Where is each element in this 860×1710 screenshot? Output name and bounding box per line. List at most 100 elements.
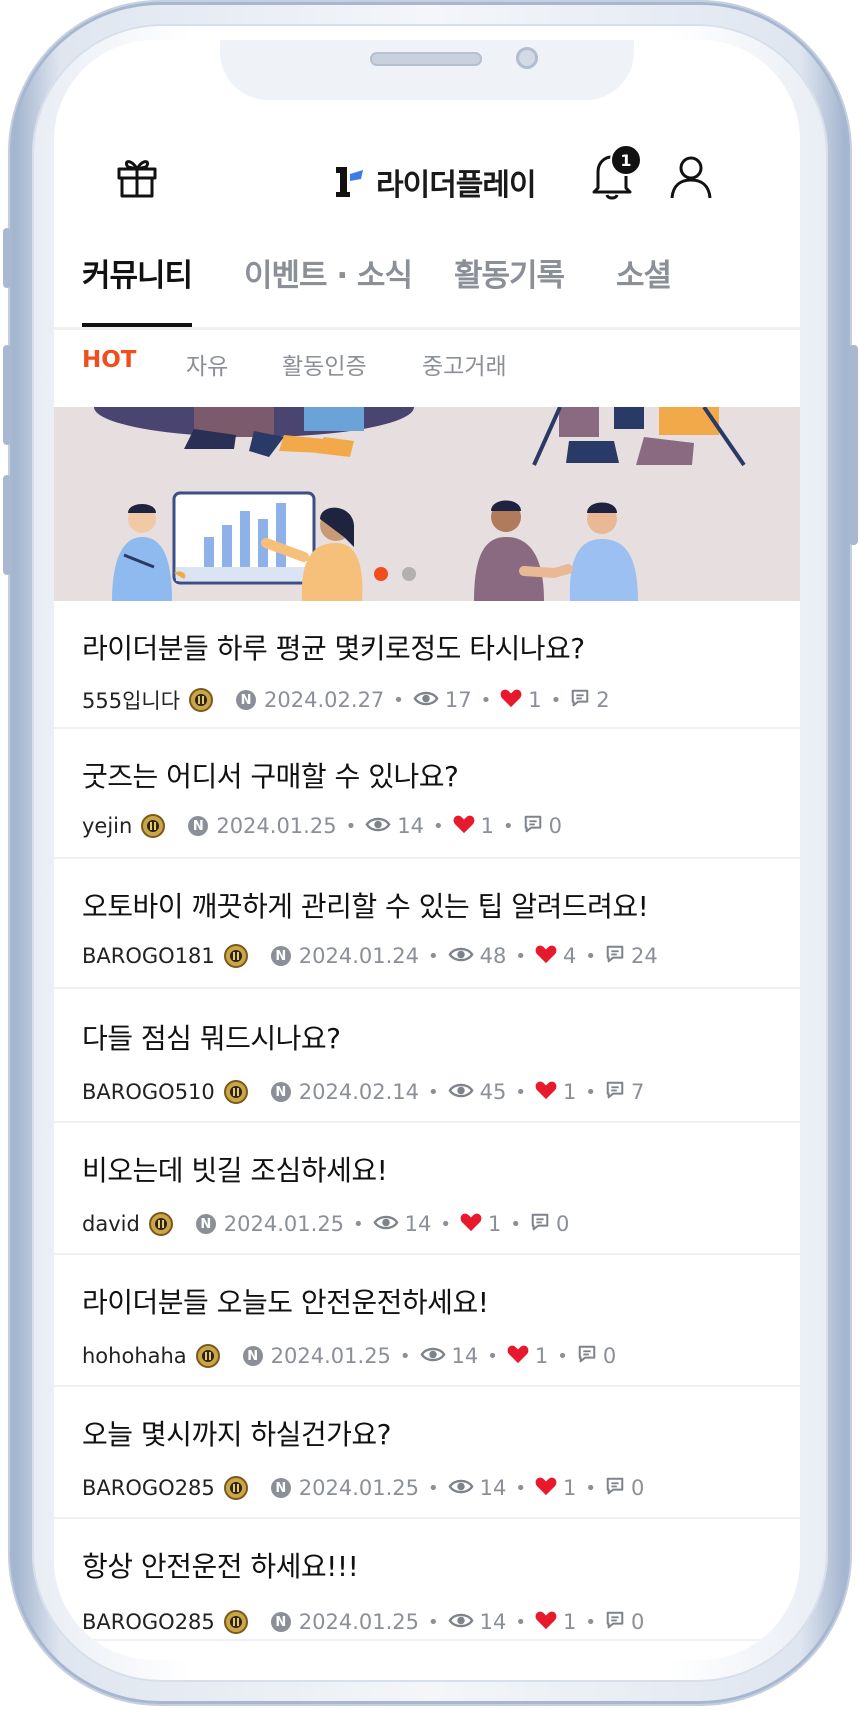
eye-icon	[413, 688, 439, 712]
comment-icon	[605, 1610, 625, 1635]
comment-icon	[605, 1080, 625, 1105]
post-author[interactable]: yejin	[82, 814, 132, 838]
post-meta: 555입니다 N 2024.02.27 • 17 • 1 • 2	[82, 685, 610, 715]
separator: •	[557, 1345, 568, 1367]
separator: •	[550, 689, 562, 711]
separator: •	[428, 1477, 439, 1499]
main-tabs: 커뮤니티 이벤트 · 소식 활동기록 소셜	[54, 220, 800, 330]
tab-label: 활동기록	[454, 257, 565, 294]
app-logo[interactable]: 라이더플레이	[332, 160, 537, 204]
comment-count: 7	[631, 1080, 645, 1104]
post-meta: yejin N 2024.01.25 • 14 • 1 • 0	[82, 813, 562, 839]
separator: •	[345, 815, 357, 837]
heart-icon[interactable]	[460, 1212, 482, 1237]
promo-banner[interactable]	[54, 407, 800, 601]
medal-icon	[188, 687, 214, 713]
new-badge-icon: N	[188, 816, 209, 836]
tab-label: 이벤트 · 소식	[244, 257, 413, 294]
comment-count: 0	[602, 1344, 617, 1368]
post-author[interactable]: 555입니다	[82, 685, 180, 715]
view-count: 14	[451, 1344, 479, 1368]
post-title[interactable]: 오토바이 깨끗하게 관리할 수 있는 팁 알려드려요!	[82, 885, 649, 925]
subtab-used-market[interactable]: 중고거래	[422, 347, 507, 381]
heart-icon[interactable]	[500, 688, 522, 713]
post-author[interactable]: BAROGO510	[82, 1080, 215, 1104]
comment-icon	[570, 688, 590, 713]
heart-icon[interactable]	[535, 1476, 557, 1501]
tab-label: 소셜	[616, 257, 672, 294]
post-date: 2024.01.25	[216, 814, 337, 838]
post-author[interactable]: BAROGO285	[82, 1610, 215, 1634]
new-badge-icon: N	[270, 1478, 291, 1498]
view-count: 14	[397, 814, 424, 838]
separator: •	[502, 815, 514, 837]
heart-icon[interactable]	[507, 1344, 529, 1369]
separator: •	[428, 1081, 439, 1103]
separator: •	[515, 1611, 527, 1633]
post-title[interactable]: 굿즈는 어디서 구매할 수 있나요?	[82, 755, 459, 795]
post-author[interactable]: hohohaha	[82, 1344, 187, 1368]
new-badge-icon: N	[236, 690, 257, 710]
post-item[interactable]: 오토바이 깨끗하게 관리할 수 있는 팁 알려드려요! BAROGO181 N 202…	[54, 859, 800, 989]
side-button-left-1	[3, 228, 11, 288]
separator: •	[393, 689, 404, 711]
comment-count: 0	[548, 814, 562, 838]
app-screen: 라이더플레이 1 커뮤니티 이벤트 · 소식 활동기록 소셜 HOT 자유 활동…	[54, 40, 800, 1660]
like-count: 1	[528, 688, 542, 712]
post-date: 2024.01.25	[298, 1610, 420, 1634]
side-button-left-3	[3, 475, 11, 575]
subtab-hot[interactable]: HOT	[82, 347, 137, 373]
heart-icon[interactable]	[453, 814, 475, 839]
post-title[interactable]: 다들 점심 뭐드시나요?	[82, 1017, 341, 1057]
post-author[interactable]: BAROGO285	[82, 1476, 215, 1500]
medal-icon	[223, 943, 249, 969]
post-item[interactable]: 라이더분들 하루 평균 몇키로정도 타시나요? 555입니다 N 2024.02.27…	[54, 601, 800, 729]
notification-button[interactable]: 1	[584, 144, 642, 204]
post-item[interactable]: 라이더분들 오늘도 안전운전하세요! hohohaha N 2024.01.25 • 14…	[54, 1255, 800, 1387]
tab-events-news[interactable]: 이벤트 · 소식	[244, 220, 413, 324]
post-author[interactable]: BAROGO181	[82, 944, 215, 968]
view-count: 14	[479, 1610, 507, 1634]
post-author[interactable]: david	[82, 1212, 140, 1236]
profile-button[interactable]	[666, 152, 716, 202]
tab-social[interactable]: 소셜	[616, 220, 672, 324]
carousel-dot-active[interactable]	[374, 567, 388, 581]
eye-icon	[448, 944, 474, 968]
post-title[interactable]: 라이더분들 하루 평균 몇키로정도 타시나요?	[82, 627, 585, 667]
post-title[interactable]: 오늘 몇시까지 하실건가요?	[82, 1413, 392, 1453]
separator: •	[399, 1345, 411, 1367]
view-count: 17	[444, 688, 472, 712]
gift-button[interactable]	[112, 152, 162, 202]
eye-icon	[448, 1476, 474, 1500]
post-item[interactable]: 항상 안전운전 하세요!!! BAROGO285 N 2024.01.25 • 14 • 1 •…	[54, 1519, 800, 1641]
view-count: 48	[479, 944, 507, 968]
speaker-grille	[370, 52, 482, 66]
like-count: 1	[563, 1476, 577, 1500]
banner-illustration	[94, 407, 746, 601]
post-item[interactable]: 비오는데 빗길 조심하세요! david N 2024.01.25 • 14 • 1 • 0	[54, 1123, 800, 1255]
like-count: 1	[563, 1610, 577, 1634]
sub-tabs: HOT 자유 활동인증 중고거래	[54, 327, 800, 407]
tab-community[interactable]: 커뮤니티	[82, 220, 193, 327]
post-item[interactable]: 오늘 몇시까지 하실건가요? BAROGO285 N 2024.01.25 • 14 • 1 •…	[54, 1387, 800, 1519]
app-header: 라이더플레이 1	[54, 120, 800, 220]
comment-icon	[577, 1344, 597, 1369]
medal-icon	[223, 1609, 249, 1635]
post-title[interactable]: 라이더분들 오늘도 안전운전하세요!	[82, 1281, 489, 1321]
post-title[interactable]: 비오는데 빗길 조심하세요!	[82, 1149, 388, 1189]
new-badge-icon: N	[195, 1214, 216, 1234]
heart-icon[interactable]	[535, 1080, 557, 1105]
post-item[interactable]: 굿즈는 어디서 구매할 수 있나요? yejin N 2024.01.25 • 14 • 1 •…	[54, 729, 800, 859]
post-title[interactable]: 항상 안전운전 하세요!!!	[82, 1545, 359, 1585]
post-date: 2024.02.27	[264, 688, 385, 712]
tab-activity-log[interactable]: 활동기록	[454, 220, 565, 324]
separator: •	[585, 1081, 597, 1103]
front-camera	[516, 47, 538, 69]
carousel-dot[interactable]	[402, 567, 416, 581]
subtab-free[interactable]: 자유	[186, 347, 228, 381]
new-badge-icon: N	[270, 1082, 291, 1102]
heart-icon[interactable]	[535, 1610, 557, 1635]
heart-icon[interactable]	[535, 944, 557, 969]
subtab-activity-proof[interactable]: 활동인증	[282, 347, 367, 381]
post-item[interactable]: 다들 점심 뭐드시나요? BAROGO510 N 2024.02.14 • 45 • 1 • 7	[54, 989, 800, 1123]
